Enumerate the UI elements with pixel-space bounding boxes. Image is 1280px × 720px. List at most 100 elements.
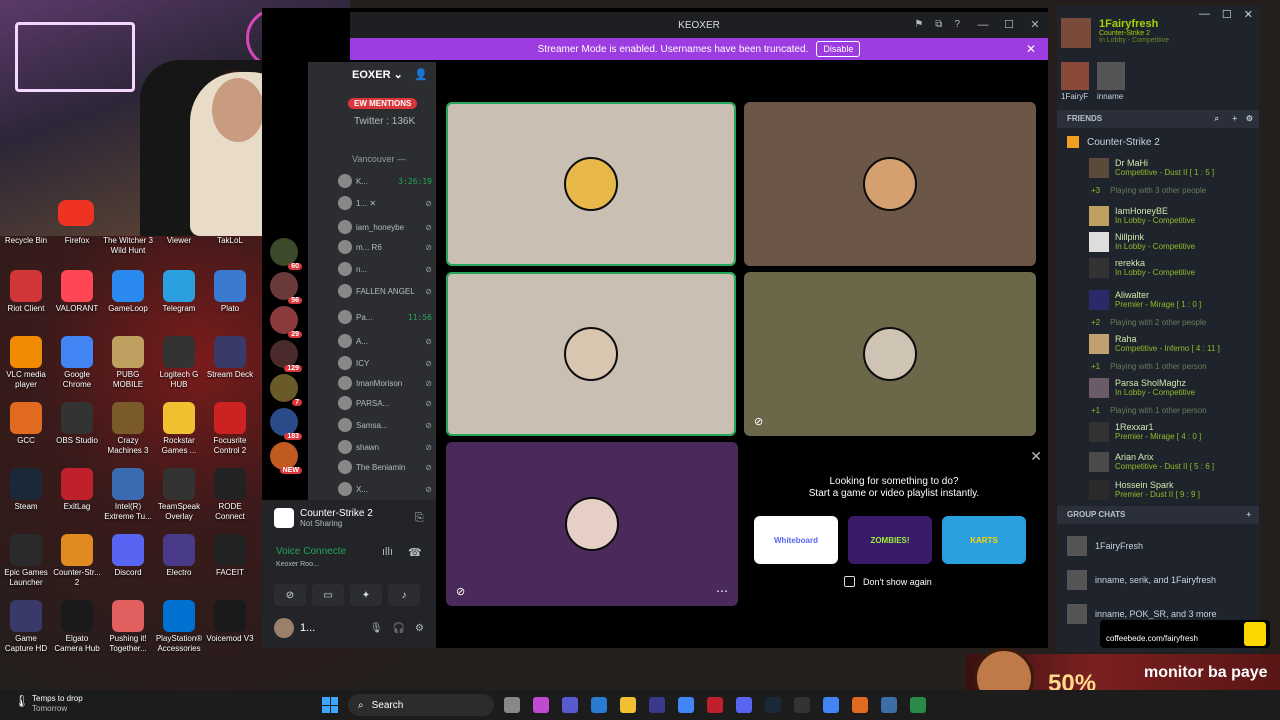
voice-user[interactable]: Samsa... ⊘ [338, 416, 436, 434]
screen-share-button[interactable]: ▭ [312, 584, 344, 606]
server-name[interactable]: EOXER ⌄ [352, 68, 403, 81]
desktop-icon[interactable]: GameLoop [102, 270, 154, 314]
taskbar-app-icon[interactable] [736, 697, 752, 713]
friend-row[interactable]: rerekka In Lobby - Competitive [1089, 258, 1259, 284]
taskbar-app-icon[interactable] [504, 697, 520, 713]
voice-user[interactable]: iam_honeybe ⊘ [338, 218, 436, 236]
desktop-icon[interactable]: GCC [0, 402, 52, 446]
voice-user[interactable]: 1... ✕ ⊘ [338, 194, 436, 212]
settings-gear-icon[interactable]: ⚙ [415, 623, 424, 634]
friend-row[interactable]: Aliwalter Premier - Mirage [ 1 : 0 ] [1089, 290, 1259, 316]
activity-card-zombies[interactable]: ZOMBIES! [848, 516, 932, 564]
server-icon[interactable]: 60 [270, 238, 302, 270]
desktop-icon[interactable]: Discord [102, 534, 154, 578]
soundboard-button[interactable]: ♪ [388, 584, 420, 606]
desktop-icon[interactable]: VALORANT [51, 270, 103, 314]
desktop-icon[interactable]: Stream Deck [204, 336, 256, 380]
friend-row[interactable]: 1Rexxar1 Premier - Mirage [ 4 : 0 ] [1089, 422, 1259, 448]
minimize-icon[interactable]: — [1199, 8, 1210, 21]
desktop-icon[interactable]: Elgato Camera Hub [51, 600, 103, 654]
close-banner-icon[interactable]: ✕ [1026, 42, 1036, 56]
flag-icon[interactable]: ⚑ [914, 12, 923, 38]
participant-tile-1[interactable] [446, 102, 736, 266]
desktop-icon[interactable]: Crazy Machines 3 [102, 402, 154, 456]
voice-user[interactable]: The Beniamin ⊘ [338, 458, 436, 476]
server-icon[interactable]: 29 [270, 306, 302, 338]
server-icon[interactable]: 129 [270, 340, 302, 372]
add-friend-icon[interactable]: + [1232, 110, 1237, 128]
desktop-icon[interactable]: Game Capture HD [0, 600, 52, 654]
desktop-icon[interactable]: Recycle Bin [0, 236, 52, 246]
more-options-icon[interactable]: ⋯ [716, 584, 728, 598]
minimize-icon[interactable]: — [970, 12, 996, 38]
taskbar-app-icon[interactable] [620, 697, 636, 713]
taskbar-app-icon[interactable] [823, 697, 839, 713]
taskbar-app-icon[interactable] [910, 697, 926, 713]
party-avatar-2[interactable] [1097, 62, 1125, 90]
close-icon[interactable]: ✕ [1022, 12, 1048, 38]
participant-tile-3[interactable] [446, 272, 736, 436]
voice-user[interactable]: shawn ⊘ [338, 438, 436, 456]
friend-row[interactable]: Raha Competitive - Inferno [ 4 : 11 ] [1089, 334, 1259, 360]
voice-user[interactable]: m... R6 ⊘ [338, 238, 436, 256]
voice-user[interactable]: X... ⊘ [338, 480, 436, 498]
voice-channel-name[interactable]: Vancouver — [352, 154, 406, 164]
desktop-icon[interactable]: Plato [204, 270, 256, 314]
disconnect-icon[interactable]: ☎ [408, 546, 422, 559]
taskbar-app-icon[interactable] [649, 697, 665, 713]
taskbar-app-icon[interactable] [591, 697, 607, 713]
weather-widget[interactable]: 🌡 Temps to drop Tomorrow [14, 694, 83, 714]
friend-row[interactable]: Dr MaHi Competitive - Dust II [ 1 : 5 ] [1089, 158, 1259, 184]
dont-show-checkbox[interactable] [844, 576, 855, 587]
friend-row[interactable]: IamHoneyBE In Lobby - Competitive [1089, 206, 1259, 232]
desktop-icon[interactable]: Pushing it! Together... [102, 600, 154, 654]
desktop-icon[interactable]: Focusrite Control 2 [204, 402, 256, 456]
server-icon[interactable]: 183 [270, 408, 302, 440]
desktop-icon[interactable]: Epic Games Launcher [0, 534, 52, 588]
twitter-channel[interactable]: Twitter : 136K [354, 116, 415, 127]
popout-icon[interactable]: ⧉ [935, 12, 942, 38]
voice-user[interactable]: PARSA... ⊘ [338, 394, 436, 412]
voice-user[interactable]: ICY ⊘ [338, 354, 436, 372]
server-icon[interactable]: NEW [270, 442, 302, 474]
disable-streamer-mode-button[interactable]: Disable [816, 41, 861, 57]
desktop-icon[interactable]: The Witcher 3 Wild Hunt [102, 236, 154, 256]
server-icon[interactable]: 7 [270, 374, 302, 406]
group-chat-row[interactable]: 1FairyFresh [1067, 534, 1257, 558]
friend-row[interactable]: Parsa SholMaghz In Lobby - Competitive [1089, 378, 1259, 404]
headset-icon[interactable]: 🎧 [393, 623, 405, 634]
add-group-chat-icon[interactable]: + [1246, 506, 1251, 524]
desktop-icon[interactable]: Riot Client [0, 270, 52, 314]
participant-tile-2[interactable] [744, 102, 1036, 266]
activities-button[interactable]: ✦ [350, 584, 382, 606]
friend-row[interactable]: Nillpink In Lobby - Competitive [1089, 232, 1259, 258]
desktop-icon[interactable]: Google Chrome [51, 336, 103, 390]
participant-tile-5[interactable]: ⊘ ⋯ [446, 442, 738, 606]
desktop-icon[interactable]: Intel(R) Extreme Tu... [102, 468, 154, 522]
desktop-icon[interactable]: PUBG MOBILE [102, 336, 154, 390]
desktop-icon[interactable]: Counter-Str... 2 [51, 534, 103, 588]
server-icon[interactable]: 56 [270, 272, 302, 304]
desktop-icon[interactable]: TakLoL [204, 236, 256, 246]
taskbar-search[interactable]: ⌕ Search [348, 694, 494, 716]
taskbar-app-icon[interactable] [707, 697, 723, 713]
game-group-cs2[interactable]: Counter-Strike 2 [1067, 136, 1160, 148]
taskbar-app-icon[interactable] [765, 697, 781, 713]
taskbar-app-icon[interactable] [794, 697, 810, 713]
steam-current-user[interactable]: 1Fairyfresh Counter-Strike 2 In Lobby - … [1061, 18, 1169, 48]
maximize-icon[interactable]: ☐ [996, 12, 1022, 38]
voice-user[interactable]: ImanMorison ⊘ [338, 374, 436, 392]
taskbar-app-icon[interactable] [881, 697, 897, 713]
group-chat-row[interactable]: inname, serik, and 1Fairyfresh [1067, 568, 1257, 592]
settings-gear-icon[interactable]: ⚙ [1246, 110, 1253, 128]
desktop-icon[interactable]: Firefox [51, 236, 103, 246]
activity-card-karts[interactable]: KARTS [942, 516, 1026, 564]
desktop-icon[interactable]: Viewer [153, 236, 205, 246]
desktop-icon[interactable]: Electro [153, 534, 205, 578]
search-icon[interactable]: ⌕ [1215, 110, 1219, 128]
add-friend-icon[interactable]: 👤 [414, 68, 428, 81]
desktop-icon[interactable]: OBS Studio [51, 402, 103, 446]
desktop-icon[interactable]: Rockstar Games ... [153, 402, 205, 456]
microphone-icon[interactable]: 🎙 [370, 623, 383, 634]
taskbar-app-icon[interactable] [852, 697, 868, 713]
